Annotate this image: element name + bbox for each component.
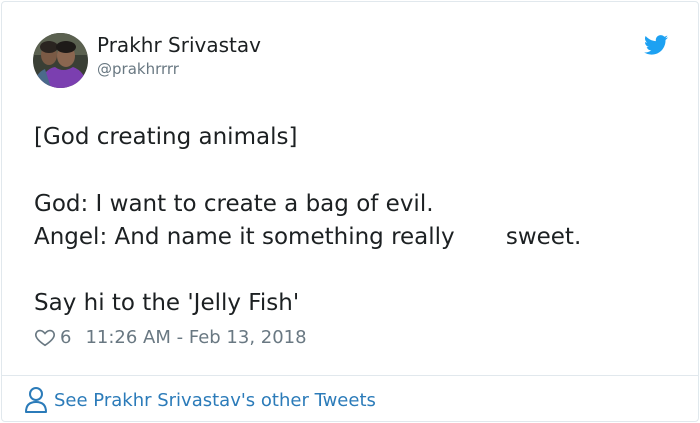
- tweet-text-line: Say hi to the 'Jelly Fish': [34, 290, 300, 316]
- avatar[interactable]: [33, 33, 88, 88]
- heart-icon[interactable]: [34, 326, 56, 348]
- avatar-image: [33, 33, 88, 88]
- tweet-timestamp[interactable]: 11:26 AM - Feb 13, 2018: [85, 327, 306, 348]
- divider: [2, 375, 698, 376]
- tweet-text-line: [God creating animals]: [34, 124, 298, 150]
- author-name[interactable]: Prakhr Srivastav: [97, 33, 261, 57]
- tweet-text-line: Angel: And name it something really swee…: [34, 224, 582, 250]
- like-count[interactable]: 6: [60, 327, 71, 348]
- other-tweets-label[interactable]: See Prakhr Srivastav's other Tweets: [54, 390, 376, 411]
- person-icon: [24, 386, 50, 414]
- author-handle[interactable]: @prakhrrrr: [97, 60, 179, 78]
- tweet-text-line: God: I want to create a bag of evil.: [34, 191, 434, 217]
- other-tweets-link[interactable]: See Prakhr Srivastav's other Tweets: [24, 386, 376, 414]
- tweet-meta: 6 11:26 AM - Feb 13, 2018: [34, 323, 307, 351]
- tweet-card: Prakhr Srivastav @prakhrrrr [God creatin…: [1, 1, 699, 422]
- twitter-bird-icon[interactable]: [644, 35, 668, 59]
